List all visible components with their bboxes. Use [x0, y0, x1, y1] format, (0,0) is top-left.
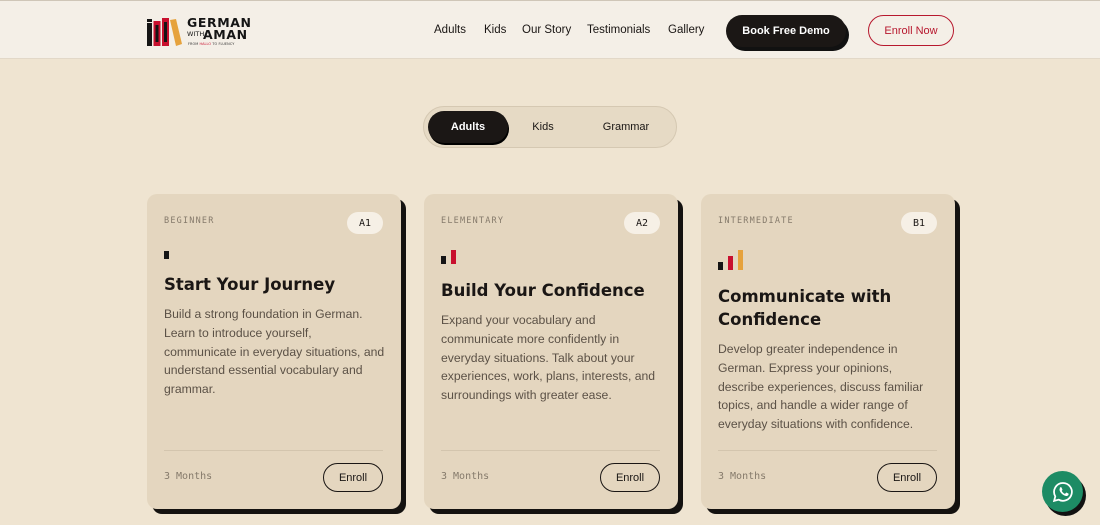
card-level-label: ELEMENTARY	[441, 216, 505, 226]
brand-name-line2: AMAN	[203, 27, 248, 42]
card-divider	[441, 450, 660, 451]
audience-tabs: Adults Kids Grammar	[423, 106, 677, 148]
enroll-now-button[interactable]: Enroll Now	[868, 15, 954, 46]
card-level-badge: A2	[624, 212, 660, 234]
level-bars-icon	[164, 250, 184, 259]
level-bar-black	[718, 262, 723, 270]
tab-kids[interactable]: Kids	[512, 111, 574, 143]
level-bar-black	[164, 251, 169, 259]
card-level-label: INTERMEDIATE	[718, 216, 794, 226]
card-title: Communicate with Confidence	[718, 287, 892, 329]
site-header: GERMAN WITH AMAN FROM HALLO TO FLUENCY A…	[0, 0, 1100, 59]
level-bar-black	[441, 256, 446, 264]
card-description: Develop greater independence in German. …	[718, 342, 924, 432]
card-divider	[164, 450, 383, 451]
card-title: Start Your Journey	[164, 275, 336, 294]
card-level-badge: B1	[901, 212, 937, 234]
book-free-demo-button[interactable]: Book Free Demo	[726, 15, 846, 47]
card-enroll-button[interactable]: Enroll	[323, 463, 383, 492]
whatsapp-chat-button[interactable]	[1042, 471, 1083, 512]
tab-grammar[interactable]: Grammar	[586, 111, 666, 143]
nav-link-adults[interactable]: Adults	[434, 24, 466, 36]
card-duration: 3 Months	[718, 471, 767, 482]
books-logo-icon	[147, 18, 182, 46]
card-divider	[718, 450, 937, 451]
card-description: Build a strong foundation in German. Lea…	[164, 307, 385, 397]
tab-adults[interactable]: Adults	[428, 111, 508, 143]
nav-link-gallery[interactable]: Gallery	[668, 24, 704, 36]
card-level-label: BEGINNER	[164, 216, 215, 226]
card-duration: 3 Months	[164, 471, 213, 482]
course-card-b1: INTERMEDIATE B1 Communicate with Confide…	[701, 194, 955, 509]
level-bars-icon	[718, 250, 748, 270]
nav-link-kids[interactable]: Kids	[484, 24, 506, 36]
level-bars-icon	[441, 250, 461, 264]
level-bar-red	[728, 256, 733, 270]
whatsapp-icon	[1052, 481, 1073, 502]
card-duration: 3 Months	[441, 471, 490, 482]
course-card-a2: ELEMENTARY A2 Build Your Confidence Expa…	[424, 194, 678, 509]
nav-link-testimonials[interactable]: Testimonials	[587, 24, 650, 36]
level-bar-red	[451, 250, 456, 264]
course-card-a1: BEGINNER A1 Start Your Journey Build a s…	[147, 194, 401, 509]
brand-tagline: FROM HALLO TO FLUENCY	[188, 42, 235, 46]
brand-name-with: WITH	[187, 30, 205, 38]
card-title: Build Your Confidence	[441, 281, 645, 300]
card-enroll-button[interactable]: Enroll	[877, 463, 937, 492]
nav-link-our-story[interactable]: Our Story	[522, 24, 571, 36]
card-level-badge: A1	[347, 212, 383, 234]
level-bar-yellow	[738, 250, 743, 270]
brand-logo[interactable]: GERMAN WITH AMAN FROM HALLO TO FLUENCY	[146, 15, 256, 47]
card-enroll-button[interactable]: Enroll	[600, 463, 660, 492]
card-description: Expand your vocabulary and communicate m…	[441, 313, 656, 403]
